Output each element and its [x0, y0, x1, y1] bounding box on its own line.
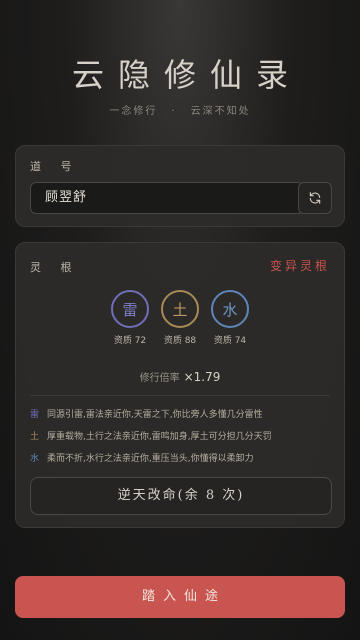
element-description: 雷同源引雷,雷法亲近你,天雷之下,你比旁人多懂几分雷性 — [30, 407, 263, 420]
element-description: 水柔而不折,水行之法亲近你,重压当头,你懂得以柔卸力 — [30, 451, 254, 464]
desc-element: 水 — [30, 454, 40, 464]
refresh-icon — [309, 192, 321, 204]
desc-text: 同源引雷,雷法亲近你,天雷之下,你比旁人多懂几分雷性 — [47, 410, 263, 420]
rate-value: ×1.79 — [183, 370, 221, 384]
enter-path-button[interactable]: 踏入仙途 — [15, 576, 345, 618]
element-description: 土厚重载物,土行之法亲近你,雷鸣加身,厚土可分担几分天罚 — [30, 429, 272, 442]
subtitle-right: 云深不知处 — [190, 106, 251, 117]
name-field[interactable]: 顾翌舒 — [30, 182, 304, 214]
cultivation-rate: 修行倍率 ×1.79 — [16, 369, 344, 384]
name-card: 道 号 顾翌舒 — [15, 145, 345, 227]
rate-label: 修行倍率 — [139, 373, 180, 384]
element-orb: 土 — [161, 290, 199, 328]
mutant-root-badge: 变异灵根 — [269, 259, 330, 273]
divider — [30, 395, 330, 396]
app-title: 云隐修仙录 — [71, 56, 302, 94]
desc-element: 土 — [30, 432, 40, 442]
spirit-root-label: 灵 根 — [30, 261, 80, 274]
subtitle-separator: · — [171, 106, 177, 117]
element-water: 水 资质 74 — [200, 290, 260, 346]
element-quality: 资质 74 — [213, 336, 247, 346]
element-orb: 雷 — [111, 290, 149, 328]
element-orb: 水 — [211, 290, 249, 328]
name-label: 道 号 — [30, 160, 80, 173]
spirit-root-card: 灵 根 变异灵根 雷 资质 72 土 资质 88 水 资质 74 修行倍率 ×1.… — [15, 242, 345, 528]
subtitle-left: 一念修行 — [109, 106, 158, 117]
reroll-fate-button[interactable]: 逆天改命(余 8 次) — [30, 477, 332, 515]
refresh-name-button[interactable] — [298, 182, 332, 214]
app-subtitle: 一念修行 · 云深不知处 — [0, 102, 360, 117]
desc-text: 柔而不折,水行之法亲近你,重压当头,你懂得以柔卸力 — [47, 454, 254, 464]
desc-element: 雷 — [30, 410, 40, 420]
desc-text: 厚重载物,土行之法亲近你,雷鸣加身,厚土可分担几分天罚 — [47, 432, 272, 442]
